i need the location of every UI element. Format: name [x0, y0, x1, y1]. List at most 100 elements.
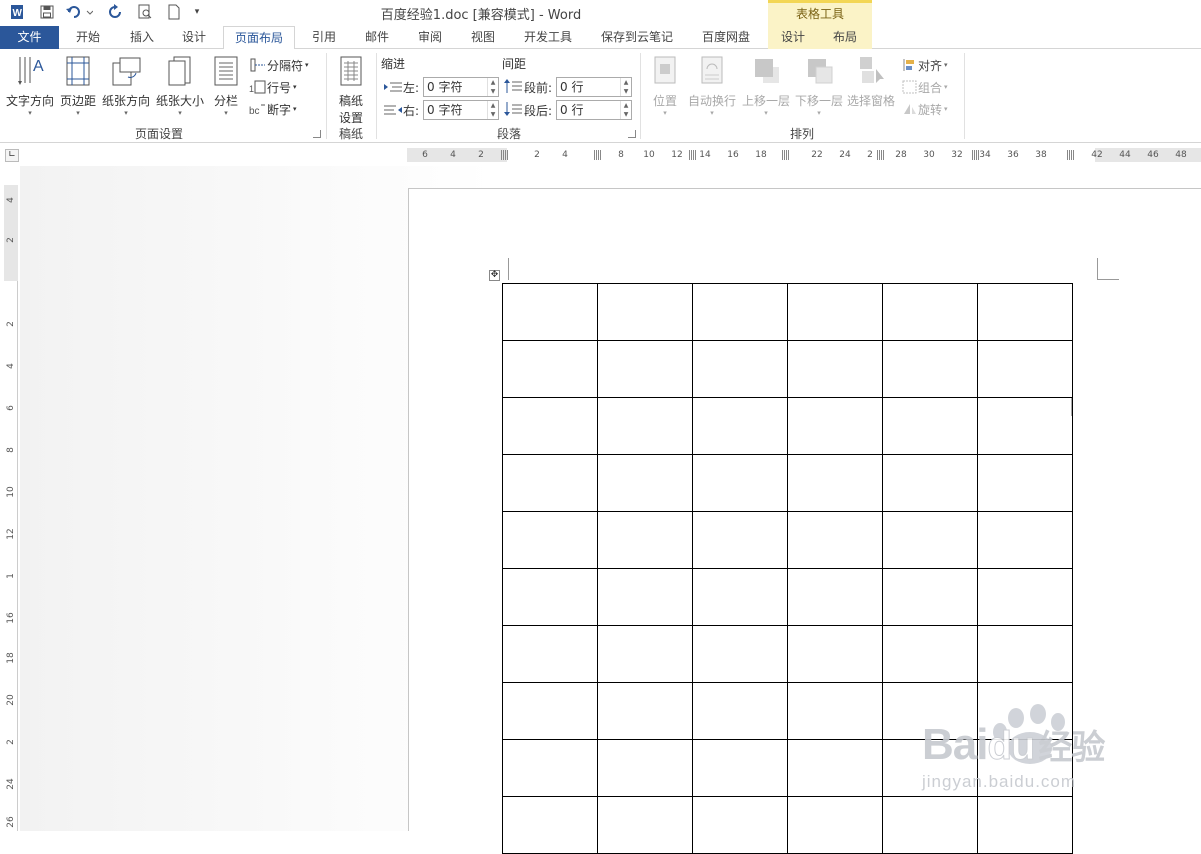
table-cell[interactable] [882, 454, 978, 512]
table-cell[interactable] [787, 796, 883, 854]
group-objects-button[interactable]: 组合 ▾ [902, 78, 948, 96]
table-cell[interactable] [882, 340, 978, 398]
table-cell[interactable] [502, 796, 598, 854]
table-cell[interactable] [977, 283, 1073, 341]
breaks-button[interactable]: 分隔符 ▾ [249, 56, 309, 74]
table-cell[interactable] [882, 397, 978, 455]
indent-left-spinner[interactable]: 0 字符 ▲ ▼ [423, 77, 499, 97]
spinner-arrows[interactable]: ▲ ▼ [487, 78, 498, 96]
tab-table-layout[interactable]: 布局 [818, 26, 872, 49]
table-cell[interactable] [787, 568, 883, 626]
table-cell[interactable] [882, 511, 978, 569]
table-cell[interactable] [597, 739, 693, 797]
hyphenation-button[interactable]: bc 断字 ▾ [249, 100, 297, 118]
tab-references[interactable]: 引用 [302, 26, 346, 49]
manuscript-settings-button[interactable]: 稿纸 设置 [332, 55, 370, 126]
bring-forward-button[interactable]: 上移一层 ▾ [740, 55, 792, 117]
table-cell[interactable] [502, 568, 598, 626]
table-cell[interactable] [692, 283, 788, 341]
tab-insert[interactable]: 插入 [120, 26, 164, 49]
margins-button[interactable]: 页边距 ▾ [58, 55, 98, 117]
table-cell[interactable] [502, 511, 598, 569]
align-button[interactable]: 对齐 ▾ [902, 56, 948, 74]
table-cell[interactable] [787, 283, 883, 341]
table-move-handle-icon[interactable]: ✥ [489, 270, 500, 281]
table-cell[interactable] [692, 682, 788, 740]
table-cell[interactable] [692, 739, 788, 797]
table-cell[interactable] [787, 625, 883, 683]
table-cell[interactable] [977, 397, 1073, 455]
horizontal-ruler[interactable]: 6 4 2 2 4 8 10 12 14 16 18 22 24 2 28 30 32 34 36 38 42 44 46 4… [407, 148, 1201, 162]
tab-developer[interactable]: 开发工具 [514, 26, 582, 49]
send-backward-button[interactable]: 下移一层 ▾ [793, 55, 845, 117]
spinner-arrows[interactable]: ▲ ▼ [620, 78, 631, 96]
column-marker[interactable] [1067, 150, 1075, 160]
indent-right-spinner[interactable]: 0 字符 ▲ ▼ [423, 100, 499, 120]
table-cell[interactable] [597, 340, 693, 398]
table-cell[interactable] [977, 511, 1073, 569]
tab-file[interactable]: 文件 [0, 26, 59, 49]
tab-page-layout[interactable]: 页面布局 [223, 26, 295, 50]
selection-pane-button[interactable]: 选择窗格 [846, 55, 896, 109]
table-cell[interactable] [977, 568, 1073, 626]
table-cell[interactable] [502, 340, 598, 398]
table-cell[interactable] [502, 739, 598, 797]
column-marker[interactable] [501, 150, 509, 160]
table-cell[interactable] [692, 340, 788, 398]
table-cell[interactable] [977, 625, 1073, 683]
tab-design[interactable]: 设计 [172, 26, 216, 49]
table-resize-marker[interactable] [1071, 398, 1072, 416]
table-cell[interactable] [787, 511, 883, 569]
column-marker[interactable] [782, 150, 790, 160]
tab-view[interactable]: 视图 [461, 26, 505, 49]
table-cell[interactable] [692, 568, 788, 626]
table-cell[interactable] [692, 397, 788, 455]
position-button[interactable]: 位置 ▾ [648, 55, 682, 117]
tab-baidu-netdisk[interactable]: 百度网盘 [692, 26, 760, 49]
table-cell[interactable] [597, 454, 693, 512]
spinner-arrows[interactable]: ▲ ▼ [487, 101, 498, 119]
page-size-button[interactable]: 纸张大小 ▾ [154, 55, 206, 117]
table-cell[interactable] [502, 397, 598, 455]
table-cell[interactable] [597, 511, 693, 569]
table-cell[interactable] [597, 397, 693, 455]
table-cell[interactable] [597, 568, 693, 626]
table-cell[interactable] [502, 682, 598, 740]
column-marker[interactable] [689, 150, 697, 160]
tab-save-to-cloud-note[interactable]: 保存到云笔记 [590, 26, 684, 49]
table-cell[interactable] [502, 283, 598, 341]
table-cell[interactable] [882, 283, 978, 341]
table-cell[interactable] [692, 511, 788, 569]
wrap-text-button[interactable]: 自动换行 ▾ [686, 55, 738, 117]
tab-home[interactable]: 开始 [66, 26, 110, 49]
table-cell[interactable] [502, 454, 598, 512]
spinner-arrows[interactable]: ▲ ▼ [620, 101, 631, 119]
orientation-button[interactable]: 纸张方向 ▾ [100, 55, 152, 117]
columns-button[interactable]: 分栏 ▾ [208, 55, 244, 117]
table-cell[interactable] [977, 454, 1073, 512]
table-cell[interactable] [787, 454, 883, 512]
table-cell[interactable] [692, 625, 788, 683]
column-marker[interactable] [594, 150, 602, 160]
spacing-before-spinner[interactable]: 0 行 ▲ ▼ [556, 77, 632, 97]
rotate-button[interactable]: 旋转 ▾ [902, 100, 948, 118]
page-setup-dialog-launcher[interactable] [313, 130, 321, 138]
table-cell[interactable] [882, 625, 978, 683]
table-cell[interactable] [787, 397, 883, 455]
table-cell[interactable] [787, 739, 883, 797]
table-cell[interactable] [977, 340, 1073, 398]
spacing-after-spinner[interactable]: 0 行 ▲ ▼ [556, 100, 632, 120]
table-cell[interactable] [502, 625, 598, 683]
tab-review[interactable]: 审阅 [408, 26, 452, 49]
vertical-ruler[interactable]: 4 2 2 4 6 8 10 12 1 16 18 20 2 24 26 [4, 185, 18, 831]
tab-table-design[interactable]: 设计 [768, 26, 818, 49]
table-cell[interactable] [597, 682, 693, 740]
text-direction-button[interactable]: A 文字方向 ▾ [4, 55, 56, 117]
table-cell[interactable] [882, 568, 978, 626]
table-cell[interactable] [597, 283, 693, 341]
table-cell[interactable] [597, 625, 693, 683]
tab-selector[interactable]: ∟ [5, 149, 19, 162]
table-cell[interactable] [787, 682, 883, 740]
table-cell[interactable] [597, 796, 693, 854]
tab-mailings[interactable]: 邮件 [355, 26, 399, 49]
